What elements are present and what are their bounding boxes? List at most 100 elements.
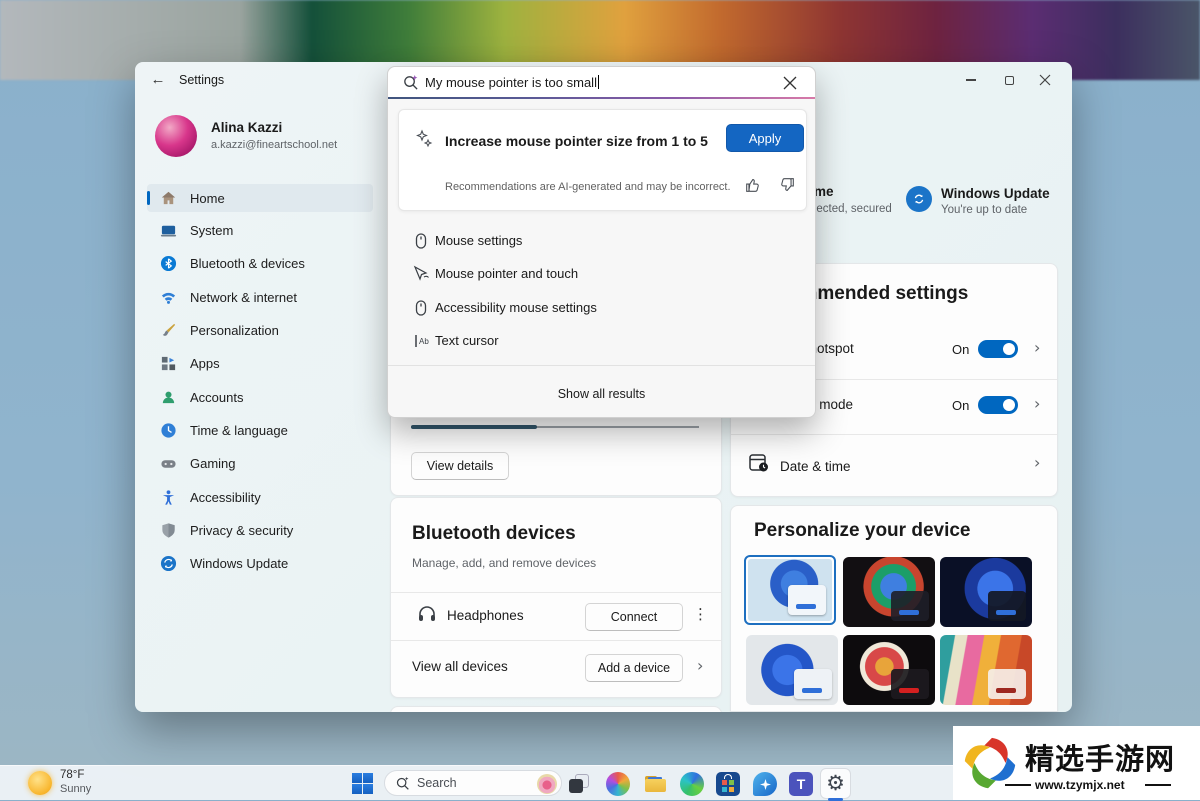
- weather-condition: Sunny: [60, 783, 91, 795]
- more-options-icon[interactable]: ⋮: [693, 605, 708, 623]
- windows-update-status: You're up to date: [941, 204, 1027, 216]
- close-button[interactable]: [1028, 68, 1062, 92]
- storage-progress-fill: [411, 425, 537, 429]
- theme-thumbnail-bloom-light[interactable]: [744, 555, 836, 625]
- sidebar-item-system[interactable]: System: [147, 216, 373, 244]
- close-search-icon[interactable]: [781, 74, 799, 92]
- view-details-button[interactable]: View details: [411, 452, 509, 480]
- hotspot-state: On: [952, 342, 969, 357]
- search-input[interactable]: My mouse pointer is too small: [388, 67, 815, 98]
- show-all-results-link[interactable]: Show all results: [388, 387, 815, 401]
- chevron-right-icon[interactable]: ›: [1034, 338, 1040, 357]
- result-label: Accessibility mouse settings: [435, 300, 597, 315]
- sidebar-item-gaming[interactable]: Gaming: [147, 449, 373, 477]
- connect-button[interactable]: Connect: [585, 603, 683, 631]
- mouse-icon: [412, 299, 430, 317]
- back-button[interactable]: ←: [147, 70, 169, 90]
- active-app-indicator: [828, 798, 843, 801]
- search-query-text: My mouse pointer is too small: [425, 75, 599, 90]
- gear-icon: ⚙: [826, 773, 845, 794]
- task-view-button[interactable]: [568, 772, 592, 796]
- edge-icon[interactable]: [680, 772, 704, 796]
- chevron-right-icon[interactable]: ›: [697, 656, 703, 675]
- sidebar-item-time-language[interactable]: Time & language: [147, 416, 373, 444]
- sidebar-item-home[interactable]: Home: [147, 184, 373, 212]
- maximize-button[interactable]: [992, 68, 1026, 92]
- thumbs-down-icon[interactable]: [778, 176, 796, 194]
- result-mouse-settings[interactable]: Mouse settings: [388, 225, 815, 258]
- airplane-state: On: [952, 398, 969, 413]
- teams-letter: T: [797, 776, 806, 792]
- chevron-right-icon[interactable]: ›: [1034, 394, 1040, 413]
- windows-update-title: Windows Update: [941, 186, 1050, 201]
- sparkle-icon: [760, 779, 771, 790]
- bluetooth-card-title: Bluetooth devices: [412, 523, 576, 545]
- result-label: Mouse settings: [435, 233, 522, 248]
- sidebar-item-label: Accounts: [190, 390, 243, 405]
- bluetooth-card-subtitle: Manage, add, and remove devices: [412, 556, 596, 570]
- taskbar-search[interactable]: Search: [384, 770, 562, 796]
- airplane-toggle[interactable]: [978, 396, 1018, 414]
- recommendation-title: Increase mouse pointer size from 1 to 5: [445, 133, 708, 149]
- minimize-button[interactable]: [954, 68, 988, 92]
- sidebar-item-label: Windows Update: [190, 556, 288, 571]
- apply-button[interactable]: Apply: [726, 124, 804, 152]
- sidebar-item-accounts[interactable]: Accounts: [147, 383, 373, 411]
- theme-thumbnail-bloom-navy[interactable]: [940, 557, 1032, 627]
- weather-sun-icon[interactable]: [28, 771, 52, 795]
- view-all-devices-link[interactable]: View all devices: [412, 659, 508, 674]
- sidebar-item-personalization[interactable]: Personalization: [147, 316, 373, 344]
- sidebar-item-accessibility[interactable]: Accessibility: [147, 483, 373, 511]
- thumbs-up-icon[interactable]: [744, 176, 762, 194]
- theme-thumbnail-bloom-soft[interactable]: [746, 635, 838, 705]
- accessibility-icon: [159, 488, 177, 506]
- copilot-app-icon[interactable]: [753, 772, 777, 796]
- sidebar-item-label: Accessibility: [190, 490, 261, 505]
- result-mouse-pointer-touch[interactable]: Mouse pointer and touch: [388, 258, 815, 291]
- start-button[interactable]: [352, 773, 373, 794]
- theme-thumbnail-flower-dark[interactable]: [843, 635, 935, 705]
- sidebar-item-label: Network & internet: [190, 290, 297, 305]
- search-dropdown: My mouse pointer is too small Increase m…: [387, 66, 816, 418]
- result-accessibility-mouse[interactable]: Accessibility mouse settings: [388, 292, 815, 325]
- sparkle-icon: [414, 129, 434, 149]
- result-text-cursor[interactable]: Ab Text cursor: [388, 325, 815, 358]
- text-cursor-icon: Ab: [412, 332, 430, 350]
- sidebar-item-bluetooth[interactable]: Bluetooth & devices: [147, 249, 373, 277]
- sidebar-item-network[interactable]: Network & internet: [147, 283, 373, 311]
- clock-icon: [159, 421, 177, 439]
- theme-thumbnail-bloom-dark[interactable]: [843, 557, 935, 627]
- watermark-site-name: 精选手游网: [1025, 736, 1175, 778]
- add-device-button[interactable]: Add a device: [585, 654, 683, 682]
- home-icon: [159, 189, 177, 207]
- profile-email: a.kazzi@fineartschool.net: [211, 139, 337, 151]
- personalize-title: Personalize your device: [754, 520, 971, 542]
- file-explorer-icon[interactable]: [643, 772, 667, 796]
- hotspot-toggle[interactable]: [978, 340, 1018, 358]
- theme-thumbnail-stripes[interactable]: [940, 635, 1032, 705]
- result-label: Text cursor: [435, 333, 499, 348]
- sidebar-item-windows-update[interactable]: Windows Update: [147, 549, 373, 577]
- copilot-icon[interactable]: [606, 772, 630, 796]
- sidebar-item-label: Bluetooth & devices: [190, 256, 305, 271]
- system-icon: [159, 221, 177, 239]
- search-accent-line: [388, 97, 815, 99]
- close-icon: [1039, 74, 1051, 86]
- sidebar-item-label: Home: [190, 191, 225, 206]
- sidebar-item-label: Personalization: [190, 323, 279, 338]
- ai-disclaimer: Recommendations are AI-generated and may…: [445, 181, 731, 193]
- sidebar-item-privacy[interactable]: Privacy & security: [147, 516, 373, 544]
- microsoft-store-icon[interactable]: [716, 772, 740, 796]
- svg-text:Ab: Ab: [419, 337, 429, 346]
- teams-icon[interactable]: T: [789, 772, 813, 796]
- chevron-right-icon[interactable]: ›: [1034, 453, 1040, 472]
- sidebar-item-apps[interactable]: Apps: [147, 349, 373, 377]
- watermark-dash: [1145, 784, 1171, 786]
- avatar[interactable]: [155, 115, 197, 157]
- date-time-label[interactable]: Date & time: [780, 459, 851, 474]
- settings-taskbar-button[interactable]: ⚙: [820, 768, 851, 799]
- gamepad-icon: [159, 454, 177, 472]
- paintbrush-icon: [159, 321, 177, 339]
- bluetooth-icon: [159, 254, 177, 272]
- profile-name: Alina Kazzi: [211, 120, 282, 135]
